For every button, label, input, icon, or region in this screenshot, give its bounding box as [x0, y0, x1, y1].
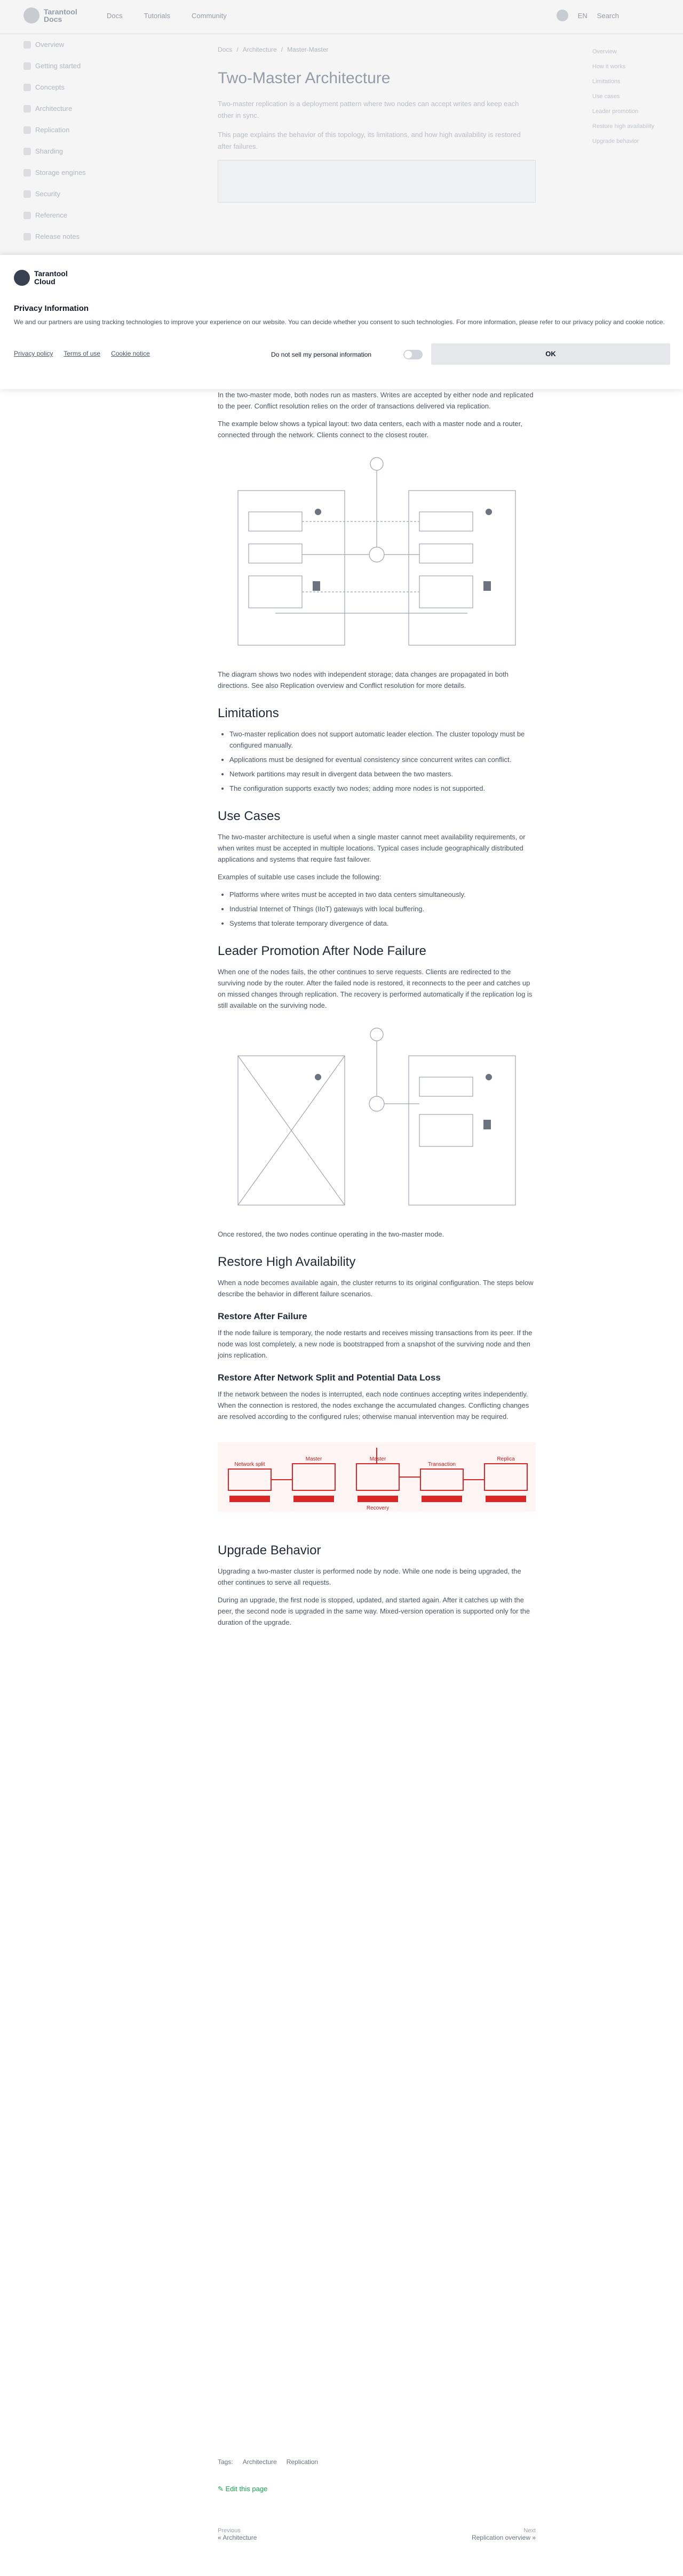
previous-page-link[interactable]: Previous « Architecture [218, 2527, 257, 2541]
list-item: Platforms where writes must be accepted … [229, 889, 536, 900]
list-item: Two-master replication does not support … [229, 728, 536, 751]
paragraph: Upgrading a two-master cluster is perfor… [218, 1567, 521, 1586]
list-item: Network partitions may result in diverge… [229, 768, 536, 780]
do-not-sell-toggle[interactable] [403, 350, 423, 359]
paragraph: During an upgrade, the first node is sto… [218, 1596, 530, 1626]
cookie-notice-link[interactable]: Cookie notice [111, 350, 150, 357]
paragraph: When a node becomes available again, the… [218, 1279, 534, 1298]
banner-label: Replica [497, 1456, 515, 1462]
section-heading-leader-promotion: Leader Promotion After Node Failure [218, 944, 426, 958]
banner-label: Master [306, 1456, 322, 1462]
banner-label: Recovery [367, 1505, 389, 1511]
consent-ok-button[interactable]: OK [431, 343, 670, 365]
section-heading-upgrade: Upgrade Behavior [218, 1543, 321, 1558]
page-navigation: Previous « Architecture Next Replication… [218, 2527, 536, 2556]
page-tags: Tags: Architecture Replication [218, 2458, 318, 2466]
list-item: The configuration supports exactly two n… [229, 783, 536, 794]
paragraph: In the two-master mode, both nodes run a… [218, 391, 534, 410]
cookie-consent-banner: Tarantool Cloud Privacy Information We a… [0, 255, 683, 389]
privacy-policy-link[interactable]: Privacy policy [14, 350, 53, 357]
consent-links: Privacy policy Terms of use Cookie notic… [14, 350, 150, 357]
list-item: Systems that tolerate temporary divergen… [229, 918, 536, 929]
paragraph: If the network between the nodes is inte… [218, 1390, 529, 1421]
node-failure-diagram [237, 1028, 516, 1206]
article-content: In the two-master mode, both nodes run a… [218, 389, 536, 1634]
paragraph: Examples of suitable use cases include t… [218, 873, 382, 881]
consent-logo: Tarantool Cloud [14, 270, 68, 286]
banner-label: Master [370, 1456, 386, 1462]
section-heading-limitations: Limitations [218, 706, 279, 720]
use-cases-list: Platforms where writes must be accepted … [218, 889, 536, 929]
paragraph: When one of the nodes fails, the other c… [218, 968, 533, 1009]
banner-label: Transaction [428, 1462, 456, 1467]
banner-label: Network split [234, 1462, 265, 1467]
consent-logo-line1: Tarantool [34, 269, 68, 278]
paragraph: The two-master architecture is useful wh… [218, 833, 526, 863]
tag-link[interactable]: Replication [287, 2458, 318, 2466]
paragraph: If the node failure is temporary, the no… [218, 1329, 533, 1359]
paragraph: Once restored, the two nodes continue op… [218, 1230, 444, 1238]
tags-label: Tags: [218, 2458, 233, 2466]
consent-title: Privacy Information [14, 304, 89, 313]
subsection-heading: Restore After Network Split and Potentia… [218, 1373, 441, 1383]
two-master-diagram [237, 457, 516, 646]
paragraph: The example below shows a typical layout… [218, 420, 522, 439]
section-heading-restore: Restore High Availability [218, 1255, 356, 1269]
logo-icon [14, 270, 30, 286]
list-item: Applications must be designed for eventu… [229, 754, 536, 765]
do-not-sell-label: Do not sell my personal information [271, 351, 372, 358]
section-heading-use-cases: Use Cases [218, 809, 281, 823]
list-item: Industrial Internet of Things (IIoT) gat… [229, 903, 536, 914]
edit-page-link[interactable]: ✎ Edit this page [218, 2485, 267, 2493]
consent-backdrop [0, 0, 683, 255]
paragraph: The diagram shows two nodes with indepen… [218, 670, 509, 689]
consent-logo-line2: Cloud [34, 277, 55, 286]
subsection-heading: Restore After Failure [218, 1311, 307, 1321]
network-split-diagram: Network split Master Master Transaction … [218, 1442, 536, 1512]
terms-link[interactable]: Terms of use [63, 350, 100, 357]
tag-link[interactable]: Architecture [243, 2458, 277, 2466]
next-page-link[interactable]: Next Replication overview » [472, 2527, 536, 2541]
limitations-list: Two-master replication does not support … [218, 728, 536, 794]
consent-text: We and our partners are using tracking t… [14, 318, 665, 326]
